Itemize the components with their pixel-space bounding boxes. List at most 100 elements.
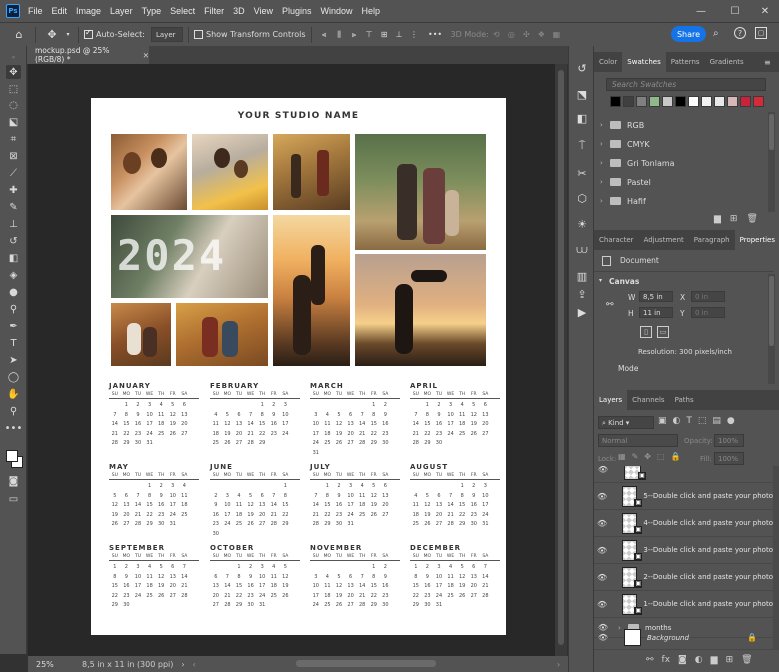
tab-properties[interactable]: Properties <box>734 230 779 250</box>
auto-select-checkbox[interactable]: Auto-Select: <box>84 27 145 43</box>
menu-select[interactable]: Select <box>170 6 195 16</box>
layer-name[interactable]: 3--Double click and paste your photo <box>643 546 773 554</box>
document-info[interactable]: 8,5 in x 11 in (300 ppi) <box>82 660 173 669</box>
adjustment-layer-icon[interactable]: ◐ <box>695 655 703 665</box>
align-top-icon[interactable]: ⊤ <box>362 27 377 43</box>
eye-icon[interactable]: 👁 <box>594 573 610 582</box>
align-bottom-icon[interactable]: ⊥ <box>392 27 407 43</box>
shape-filter-icon[interactable]: ⬚ <box>698 416 707 426</box>
brush-settings-icon[interactable]: ⍑ <box>574 138 590 154</box>
layer-row[interactable]: 👁 ▣ 1--Double click and paste your photo <box>594 591 773 618</box>
close-icon[interactable]: ✕ <box>748 0 779 22</box>
calendar-mockup-page[interactable]: YOUR STUDIO NAME 2024 JANUARY SU MO TU WE <box>91 98 506 635</box>
swatch-group-pastel[interactable]: › Pastel <box>600 173 770 191</box>
swatch[interactable] <box>688 96 699 107</box>
menu-type[interactable]: Type <box>142 6 162 16</box>
path-selection-tool-icon[interactable]: ➤ <box>6 353 21 367</box>
scroll-left-icon[interactable]: ‹ <box>193 660 196 669</box>
height-input[interactable]: 11 in <box>639 307 673 318</box>
align-right-icon[interactable]: ⫸ <box>347 27 362 43</box>
info-icon[interactable]: ▥ <box>574 268 590 284</box>
swatch[interactable] <box>714 96 725 107</box>
show-transform-checkbox[interactable]: Show Transform Controls <box>193 27 306 43</box>
eye-icon[interactable]: 👁 <box>594 466 612 474</box>
tab-patterns[interactable]: Patterns <box>666 52 705 72</box>
collapse-toolbar-icon[interactable]: » <box>6 50 21 64</box>
swatch[interactable] <box>727 96 738 107</box>
swatch[interactable] <box>623 96 634 107</box>
width-input[interactable]: 8,5 in <box>639 291 673 302</box>
layer-row[interactable]: 👁 ▣ 3--Double click and paste your photo <box>594 537 773 564</box>
layer-name[interactable]: 1--Double click and paste your photo <box>643 600 773 608</box>
hand-tool-icon[interactable]: ✋ <box>6 387 21 401</box>
link-icon[interactable]: ⚯ <box>606 300 614 310</box>
menu-plugins[interactable]: Plugins <box>282 6 312 16</box>
edit-toolbar-icon[interactable]: ••• <box>5 421 23 435</box>
scroll-right-icon[interactable]: › <box>557 660 560 669</box>
quick-mask-icon[interactable]: ◙ <box>6 474 21 488</box>
glyphs-icon[interactable]: ⩊ <box>574 242 590 258</box>
layer-style-icon[interactable]: fx <box>662 655 671 665</box>
align-left-icon[interactable]: ⫷ <box>317 27 332 43</box>
delete-icon[interactable]: 🗑 <box>746 214 757 224</box>
healing-brush-tool-icon[interactable]: ✚ <box>6 183 21 197</box>
3d-slide-icon[interactable]: ❖ <box>534 27 549 43</box>
smart-object-filter-icon[interactable]: ▤ <box>712 416 721 426</box>
vertical-scrollbar[interactable] <box>555 64 567 656</box>
horizontal-scrollbar-thumb[interactable] <box>296 660 436 667</box>
document-tab[interactable]: mockup.psd @ 25% (RGB/8) * ✕ <box>27 46 149 64</box>
eye-icon[interactable]: 👁 <box>594 633 612 642</box>
layer-name[interactable]: 5--Double click and paste your photo <box>643 492 773 500</box>
eye-icon[interactable]: 👁 <box>594 546 610 555</box>
distribute-icon[interactable]: ⋮ <box>407 27 422 43</box>
layer-name[interactable]: 4--Double click and paste your photo <box>643 519 773 527</box>
tab-character[interactable]: Character <box>594 230 639 250</box>
search-swatches-input[interactable]: Search Swatches <box>606 78 766 91</box>
brush-tool-icon[interactable]: ✎ <box>6 200 21 214</box>
blend-mode-dropdown[interactable]: Normal <box>598 434 678 447</box>
layer-name[interactable]: 2--Double click and paste your photo <box>643 573 773 581</box>
new-swatch-icon[interactable]: ⊞ <box>730 214 738 224</box>
tab-paragraph[interactable]: Paragraph <box>689 230 735 250</box>
pen-tool-icon[interactable]: ✒ <box>6 319 21 333</box>
swatch-group-gri-tonlama[interactable]: › Gri Tonlama <box>600 154 770 172</box>
frame-tool-icon[interactable]: ⊠ <box>6 149 21 163</box>
3d-icon[interactable]: ⬡ <box>574 190 590 206</box>
type-filter-icon[interactable]: T <box>686 416 692 426</box>
auto-select-dropdown[interactable]: Layer <box>150 27 183 42</box>
new-layer-icon[interactable]: ⊞ <box>726 655 734 665</box>
clone-stamp-tool-icon[interactable]: ⊥ <box>6 217 21 231</box>
tab-layers[interactable]: Layers <box>594 390 628 410</box>
3d-scale-icon[interactable]: ▦ <box>549 27 564 43</box>
menu-filter[interactable]: Filter <box>204 6 224 16</box>
menu-layer[interactable]: Layer <box>110 6 133 16</box>
new-group-icon[interactable]: ▆ <box>711 655 718 665</box>
swatch[interactable] <box>753 96 764 107</box>
3d-pan-icon[interactable]: ✣ <box>519 27 534 43</box>
dodge-tool-icon[interactable]: ⚲ <box>6 302 21 316</box>
x-input[interactable]: 0 in <box>691 291 725 302</box>
tab-gradients[interactable]: Gradients <box>705 52 749 72</box>
swatches-scrollbar[interactable] <box>768 112 775 212</box>
chevron-down-icon[interactable]: ▾ <box>63 27 73 43</box>
swatch[interactable] <box>740 96 751 107</box>
actions-icon[interactable]: ⬔ <box>574 86 590 102</box>
marquee-tool-icon[interactable]: ⬚ <box>6 82 21 96</box>
layer-row[interactable]: 👁 ▣ 5--Double click and paste your photo <box>594 483 773 510</box>
blur-tool-icon[interactable]: ● <box>6 285 21 299</box>
y-input[interactable]: 0 in <box>691 307 725 318</box>
menu-3d[interactable]: 3D <box>233 6 245 16</box>
swatch-group-rgb[interactable]: › RGB <box>600 116 770 134</box>
eyedropper-tool-icon[interactable]: ⟋ <box>6 166 21 180</box>
layer-name[interactable]: Background <box>647 634 689 642</box>
libraries-icon[interactable]: ◧ <box>574 110 590 126</box>
pixel-filter-icon[interactable]: ▣ <box>658 416 667 426</box>
tab-channels[interactable]: Channels <box>627 390 669 410</box>
paint-bucket-tool-icon[interactable]: ◈ <box>6 268 21 282</box>
chevron-right-icon[interactable]: › <box>181 660 184 669</box>
home-icon[interactable]: ⌂ <box>8 27 30 43</box>
menu-file[interactable]: File <box>28 6 43 16</box>
close-tab-icon[interactable]: ✕ <box>143 51 149 60</box>
clone-source-icon[interactable]: ⇪ <box>574 286 590 302</box>
crop-tool-icon[interactable]: ⌗ <box>6 132 21 146</box>
